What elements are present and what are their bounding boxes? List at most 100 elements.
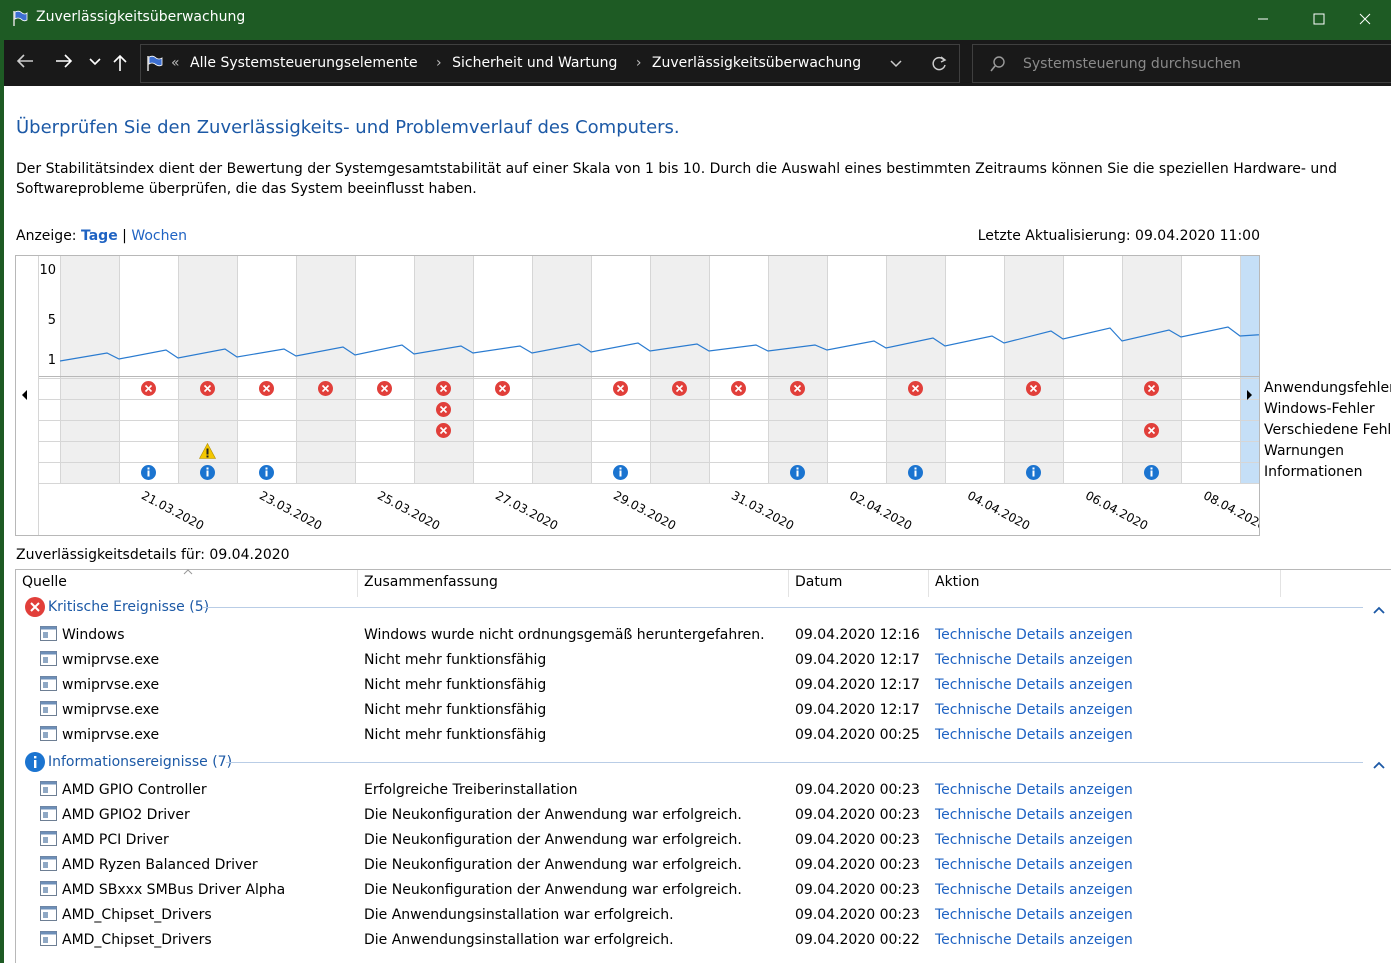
address-bar[interactable]: « Alle Systemsteuerungselemente › Sicher… xyxy=(140,44,960,83)
table-row[interactable]: AMD PCI Driver Die Neukonfiguration der A… xyxy=(15,827,1385,852)
address-dropdown-chevron-icon[interactable] xyxy=(890,60,902,68)
column-divider[interactable] xyxy=(928,570,929,597)
application-icon xyxy=(40,651,57,666)
day-column[interactable] xyxy=(709,256,768,483)
title-bar: Zuverlässigkeitsüberwachung xyxy=(0,0,1391,37)
column-header-summary[interactable]: Zusammenfassung xyxy=(364,574,498,590)
day-column[interactable] xyxy=(119,256,178,483)
day-column[interactable] xyxy=(945,256,1004,483)
day-column[interactable] xyxy=(355,256,414,483)
x-date-label: 21.03.2020 xyxy=(139,488,206,533)
breadcrumb-item[interactable]: Alle Systemsteuerungselemente xyxy=(190,55,418,71)
close-button[interactable] xyxy=(1342,0,1388,37)
minimize-button[interactable] xyxy=(1240,0,1286,37)
technical-details-link[interactable]: Technische Details anzeigen xyxy=(935,832,1133,848)
breadcrumb-separator-icon[interactable]: › xyxy=(436,55,442,71)
technical-details-link[interactable]: Technische Details anzeigen xyxy=(935,882,1133,898)
refresh-icon[interactable] xyxy=(930,55,948,73)
technical-details-link[interactable]: Technische Details anzeigen xyxy=(935,907,1133,923)
table-row[interactable]: AMD Ryzen Balanced Driver Die Neukonfigur… xyxy=(15,852,1385,877)
day-column[interactable] xyxy=(591,256,650,483)
collapse-chevron-up-icon[interactable] xyxy=(1373,757,1385,773)
up-arrow-icon[interactable] xyxy=(113,54,127,72)
table-row[interactable]: Windows Windows wurde nicht ordnungsgemäß… xyxy=(15,622,1385,647)
x-date-label: 29.03.2020 xyxy=(611,488,678,533)
column-divider[interactable] xyxy=(1280,570,1281,597)
maximize-button[interactable] xyxy=(1296,0,1342,37)
column-header-action[interactable]: Aktion xyxy=(935,574,980,590)
y-tick-label: 1 xyxy=(48,353,56,368)
row-date: 09.04.2020 00:23 xyxy=(795,782,920,798)
technical-details-link[interactable]: Technische Details anzeigen xyxy=(935,727,1133,743)
table-row[interactable]: AMD_Chipset_Drivers Die Anwendungsinstall… xyxy=(15,927,1385,952)
group-header[interactable]: Informationsereignisse (7) xyxy=(24,751,232,773)
technical-details-link[interactable]: Technische Details anzeigen xyxy=(935,807,1133,823)
technical-details-link[interactable]: Technische Details anzeigen xyxy=(935,857,1133,873)
collapse-chevron-up-icon[interactable] xyxy=(1373,602,1385,618)
column-header-date[interactable]: Datum xyxy=(795,574,842,590)
forward-arrow-icon[interactable] xyxy=(55,54,73,68)
breadcrumb-item[interactable]: Zuverlässigkeitsüberwachung xyxy=(652,55,861,71)
column-header-source[interactable]: Quelle xyxy=(22,574,67,590)
view-days-link[interactable]: Tage xyxy=(81,228,118,244)
table-row[interactable]: wmiprvse.exe Nicht mehr funktionsfähig 09.… xyxy=(15,697,1385,722)
column-divider[interactable] xyxy=(788,570,789,597)
day-column[interactable] xyxy=(1004,256,1063,483)
table-row[interactable]: AMD GPIO Controller Erfolgreiche Treiberi… xyxy=(15,777,1385,802)
reliability-chart-svg[interactable]: 10 5 1 21.03.2020 23.03.2020 25.03.2020 27.03.… xyxy=(16,256,1300,535)
technical-details-link[interactable]: Technische Details anzeigen xyxy=(935,932,1133,948)
application-icon xyxy=(40,626,57,641)
day-column[interactable] xyxy=(768,256,827,483)
overflow-chevrons-icon[interactable]: « xyxy=(171,55,180,71)
table-row[interactable]: AMD GPIO2 Driver Die Neukonfiguration der… xyxy=(15,802,1385,827)
search-placeholder[interactable]: Systemsteuerung durchsuchen xyxy=(1023,56,1241,72)
day-column[interactable] xyxy=(296,256,355,483)
info-icon-stem xyxy=(147,470,150,477)
day-column[interactable] xyxy=(1122,256,1181,483)
row-summary: Die Anwendungsinstallation war erfolgrei… xyxy=(364,932,674,948)
day-column[interactable] xyxy=(532,256,591,483)
group-title: Informationsereignisse (7) xyxy=(48,754,233,770)
day-column[interactable] xyxy=(650,256,709,483)
day-column[interactable] xyxy=(414,256,473,483)
application-icon xyxy=(40,726,57,741)
recent-chevron-down-icon[interactable] xyxy=(89,58,101,66)
day-column[interactable] xyxy=(1181,256,1240,483)
day-column[interactable] xyxy=(886,256,945,483)
technical-details-link[interactable]: Technische Details anzeigen xyxy=(935,782,1133,798)
legend-item: Warnungen xyxy=(1264,443,1345,459)
info-icon-dot xyxy=(1150,467,1153,470)
breadcrumb-separator-icon[interactable]: › xyxy=(636,55,642,71)
technical-details-link[interactable]: Technische Details anzeigen xyxy=(935,677,1133,693)
scroll-left-icon[interactable] xyxy=(22,390,27,400)
row-date: 09.04.2020 12:16 xyxy=(795,627,920,643)
day-column[interactable] xyxy=(473,256,532,483)
x-date-label: 08.04.2020 xyxy=(1201,488,1259,533)
day-column[interactable] xyxy=(237,256,296,483)
table-row[interactable]: AMD_Chipset_Drivers Die Anwendungsinstall… xyxy=(15,902,1385,927)
group-header[interactable]: Kritische Ereignisse (5) xyxy=(24,596,209,618)
table-row[interactable]: wmiprvse.exe Nicht mehr funktionsfähig 09.… xyxy=(15,722,1385,747)
breadcrumb-item[interactable]: Sicherheit und Wartung xyxy=(452,55,617,71)
back-arrow-icon[interactable] xyxy=(16,54,34,68)
technical-details-link[interactable]: Technische Details anzeigen xyxy=(935,627,1133,643)
group-title: Kritische Ereignisse (5) xyxy=(48,599,210,615)
technical-details-link[interactable]: Technische Details anzeigen xyxy=(935,702,1133,718)
info-icon-stem xyxy=(1150,470,1153,477)
view-weeks-link[interactable]: Wochen xyxy=(131,228,187,244)
table-row[interactable]: wmiprvse.exe Nicht mehr funktionsfähig 09.… xyxy=(15,672,1385,697)
group-divider xyxy=(226,762,1363,763)
application-icon xyxy=(40,676,57,691)
table-row[interactable]: AMD SBxxx SMBus Driver Alpha Die Neukonfi… xyxy=(15,877,1385,902)
reliability-chart[interactable]: 10 5 1 21.03.2020 23.03.2020 25.03.2020 27.03.… xyxy=(15,255,1300,536)
technical-details-link[interactable]: Technische Details anzeigen xyxy=(935,652,1133,668)
day-column[interactable] xyxy=(60,256,119,483)
day-column[interactable] xyxy=(1240,256,1299,483)
table-row[interactable]: wmiprvse.exe Nicht mehr funktionsfähig 09.… xyxy=(15,647,1385,672)
column-divider[interactable] xyxy=(357,570,358,597)
row-summary: Die Neukonfiguration der Anwendung war e… xyxy=(364,882,742,898)
day-column[interactable] xyxy=(1063,256,1122,483)
search-box[interactable]: Systemsteuerung durchsuchen xyxy=(972,44,1391,83)
row-date: 09.04.2020 00:23 xyxy=(795,882,920,898)
day-column[interactable] xyxy=(827,256,886,483)
